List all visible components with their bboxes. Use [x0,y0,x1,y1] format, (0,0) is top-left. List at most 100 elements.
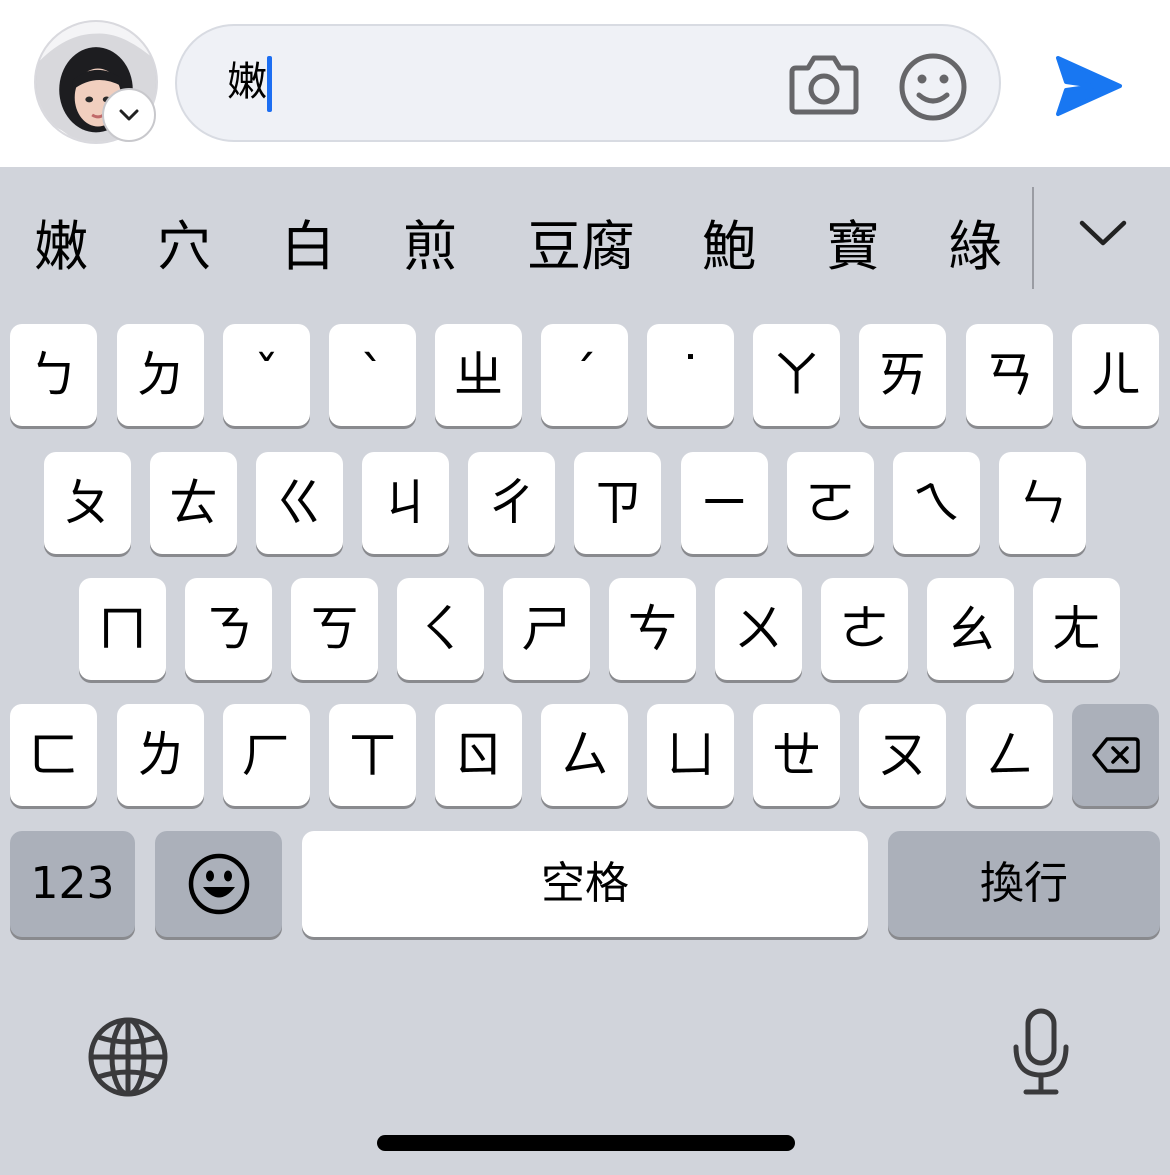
key[interactable]: ㄚ [753,324,840,426]
home-indicator[interactable] [377,1135,795,1151]
compose-bar: 嫩 [0,0,1170,167]
key-label: ㄧ [699,474,750,532]
return-key[interactable]: 換行 [888,831,1160,937]
key[interactable]: ㄅ [10,324,97,426]
key-label: ㄇ [97,600,148,658]
message-input-text[interactable]: 嫩 [227,56,267,108]
key[interactable]: ˇ [223,324,310,426]
key-label: ㄕ [521,600,572,658]
candidate-item[interactable]: 鮑 [702,215,756,279]
key[interactable]: ㄣ [999,452,1086,554]
key[interactable]: ㄑ [397,578,484,680]
key-label: ㄟ [911,474,962,532]
key[interactable]: ㄌ [117,704,204,806]
key[interactable]: ㄜ [821,578,908,680]
bopomofo-keyboard: 嫩 穴 白 煎 豆腐 鮑 寶 綠 ㄅ ㄉ ˇ ˋ ㄓ ˊ ˙ ㄚ ㄞ ㄢ ㄦ ㄆ… [0,167,1170,1175]
key[interactable]: ㄉ [117,324,204,426]
key-label: ㄡ [877,726,928,784]
emoji-key[interactable] [155,831,282,937]
avatar-switch-button[interactable] [102,88,156,142]
key-label: ˙ [678,346,703,404]
space-key[interactable]: 空格 [302,831,868,937]
numbers-key-label: 123 [30,858,115,909]
candidate-item[interactable]: 寶 [826,215,880,279]
microphone-icon[interactable] [1008,1007,1074,1097]
globe-icon[interactable] [86,1015,170,1099]
key[interactable]: ㄈ [10,704,97,806]
key-label: ˋ [360,346,385,404]
key[interactable]: ㄏ [223,704,310,806]
key[interactable]: ㄓ [435,324,522,426]
key[interactable]: ㄞ [859,324,946,426]
delete-key[interactable] [1072,704,1159,806]
key[interactable]: ˙ [647,324,734,426]
key-label: ㄞ [877,346,928,404]
space-key-label: 空格 [541,858,629,909]
key[interactable]: ㄙ [541,704,628,806]
message-input-field[interactable]: 嫩 [175,24,1001,142]
key-label: ㄈ [28,726,79,784]
key-label: ㄦ [1090,346,1141,404]
key[interactable]: ㄇ [79,578,166,680]
key-label: ㄤ [1051,600,1102,658]
key[interactable]: ㄧ [681,452,768,554]
key[interactable]: ㄖ [435,704,522,806]
key-label: ㄐ [380,474,431,532]
candidate-item[interactable]: 綠 [948,215,1002,279]
candidate-bar: 嫩 穴 白 煎 豆腐 鮑 寶 綠 [0,167,1170,317]
key-label: ˊ [572,346,597,404]
key[interactable]: ㄢ [966,324,1053,426]
key[interactable]: ㄛ [787,452,874,554]
candidate-item[interactable]: 豆腐 [527,215,635,279]
key[interactable]: ㄊ [150,452,237,554]
text-caret [267,56,272,112]
key-label: ㄊ [168,474,219,532]
key[interactable]: ㄍ [256,452,343,554]
key-label: ㄖ [453,726,504,784]
candidate-divider [1032,187,1034,289]
key[interactable]: ㄆ [44,452,131,554]
key-label: ㄛ [805,474,856,532]
key[interactable]: ㄩ [647,704,734,806]
key-label: ㄓ [453,346,504,404]
key[interactable]: ㄦ [1072,324,1159,426]
key-label: ㄘ [627,600,678,658]
key-label: ㄉ [135,346,186,404]
key[interactable]: ㄔ [468,452,555,554]
key-label: ㄌ [135,726,186,784]
key[interactable]: ˋ [329,324,416,426]
key[interactable]: ㄟ [893,452,980,554]
key[interactable]: ㄘ [609,578,696,680]
key-label: ㄍ [274,474,325,532]
candidate-item[interactable]: 白 [281,215,335,279]
chevron-down-icon[interactable] [1076,215,1130,251]
key[interactable]: ㄐ [362,452,449,554]
key[interactable]: ㄋ [185,578,272,680]
key[interactable]: ㄝ [753,704,840,806]
numbers-key[interactable]: 123 [10,831,135,937]
key-label: ㄏ [241,726,292,784]
key-label: ˇ [254,346,279,404]
camera-icon[interactable] [788,52,860,116]
key[interactable]: ㄎ [291,578,378,680]
smiley-icon[interactable] [897,51,969,123]
key-label: ㄅ [28,346,79,404]
send-icon[interactable] [1052,52,1124,120]
key[interactable]: ㄗ [574,452,661,554]
key[interactable]: ㄕ [503,578,590,680]
candidate-item[interactable]: 穴 [157,215,211,279]
key[interactable]: ˊ [541,324,628,426]
key-label: ㄆ [62,474,113,532]
key[interactable]: ㄒ [329,704,416,806]
key[interactable]: ㄠ [927,578,1014,680]
key-label: ㄝ [771,726,822,784]
key[interactable]: ㄨ [715,578,802,680]
key-label: ㄚ [771,346,822,404]
key[interactable]: ㄤ [1033,578,1120,680]
key[interactable]: ㄡ [859,704,946,806]
key[interactable]: ㄥ [966,704,1053,806]
key-label: ㄔ [486,474,537,532]
key-label: ㄙ [559,726,610,784]
candidate-item[interactable]: 煎 [403,215,457,279]
candidate-item[interactable]: 嫩 [34,215,88,279]
